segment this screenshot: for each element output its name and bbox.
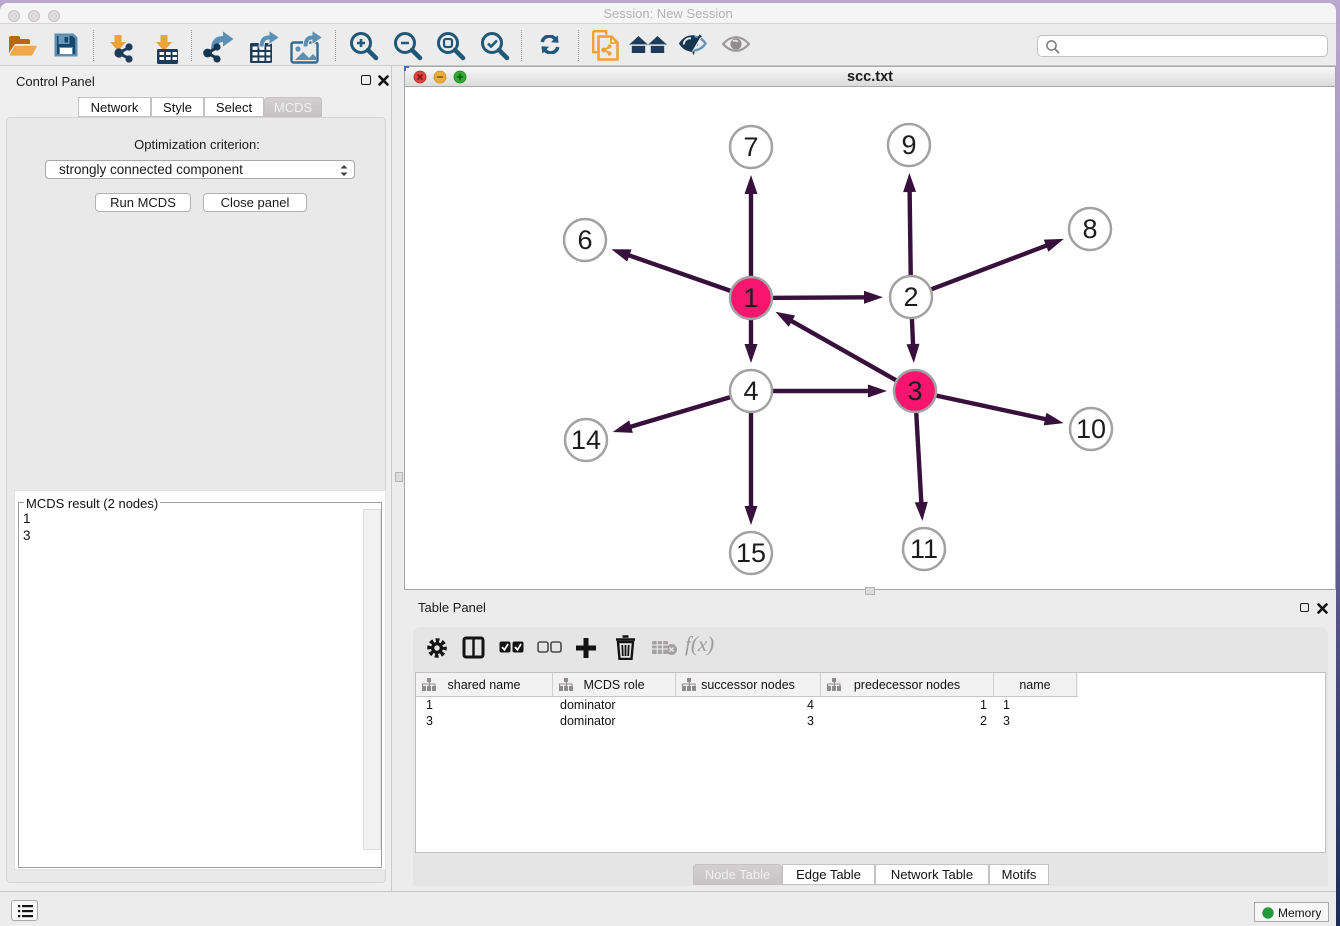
svg-text:10: 10 [1076,414,1106,444]
svg-text:8: 8 [1082,214,1097,244]
svg-text:2: 2 [903,282,918,312]
svg-text:11: 11 [910,534,938,564]
svg-text:3: 3 [907,376,922,406]
svg-text:14: 14 [571,425,601,455]
svg-text:15: 15 [736,538,766,568]
svg-text:9: 9 [901,130,916,160]
svg-text:7: 7 [743,132,758,162]
svg-text:4: 4 [743,376,758,406]
svg-text:6: 6 [577,225,592,255]
svg-text:1: 1 [743,283,758,313]
